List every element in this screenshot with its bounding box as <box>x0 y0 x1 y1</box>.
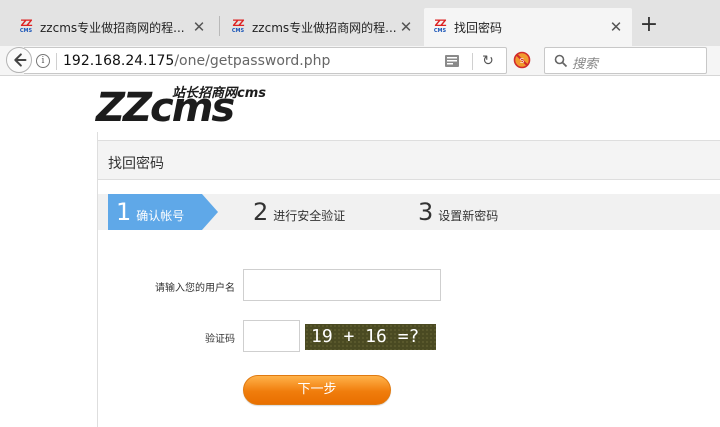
url-divider <box>472 53 473 70</box>
find-password-panel: 找回密码 1 确认帐号 2 进行安全验证 3 设置新密码 请输入您的用户名 验证… <box>97 132 720 427</box>
step-number: 2 <box>253 198 269 226</box>
close-icon[interactable]: ✕ <box>398 19 414 35</box>
info-icon[interactable]: i <box>36 54 50 68</box>
captcha-row: 验证码 19 + 16 =? <box>98 320 720 354</box>
captcha-image[interactable]: 19 + 16 =? <box>305 324 436 350</box>
url-bar[interactable]: i 192.168.24.175/one/getpassword.php ↻ <box>24 47 507 74</box>
step-indicator: 1 确认帐号 2 进行安全验证 3 设置新密码 <box>98 194 720 230</box>
zzcms-logo[interactable]: ZZcms 站长招商网cms <box>96 80 296 130</box>
svg-text:S: S <box>520 57 525 65</box>
url-host: 192.168.24.175 <box>63 53 175 69</box>
username-input[interactable] <box>243 269 441 301</box>
step-label: 设置新密码 <box>438 208 499 223</box>
tab-title: zzcms专业做招商网的程... <box>40 20 185 35</box>
url-text[interactable]: 192.168.24.175/one/getpassword.php <box>63 53 330 69</box>
username-label: 请输入您的用户名 <box>155 283 235 294</box>
username-row: 请输入您的用户名 <box>98 269 720 303</box>
captcha-text: 19 + 16 =? <box>311 326 420 347</box>
logo-slogan: 站长招商网cms <box>172 86 266 101</box>
tab-3-active[interactable]: ZZ CMS 找回密码 ✕ <box>424 8 632 46</box>
captcha-input[interactable] <box>243 320 300 352</box>
search-placeholder: 搜索 <box>572 57 599 72</box>
zzcms-favicon-icon: ZZ CMS <box>433 19 447 34</box>
tab-2[interactable]: ZZ CMS zzcms专业做招商网的程... ✕ <box>222 8 422 46</box>
zzcms-favicon-icon: ZZ CMS <box>19 19 33 34</box>
tab-divider <box>219 16 220 36</box>
url-divider <box>56 53 57 70</box>
step-number: 3 <box>418 198 434 226</box>
panel-header: 找回密码 <box>98 140 720 180</box>
tab-1[interactable]: ZZ CMS zzcms专业做招商网的程... ✕ <box>10 8 215 46</box>
step-1: 1 确认帐号 <box>108 194 218 230</box>
tab-title: 找回密码 <box>454 20 503 35</box>
step-label: 确认帐号 <box>136 208 185 223</box>
noscript-icon[interactable]: S <box>513 51 531 69</box>
zzcms-favicon-icon: ZZ CMS <box>231 19 245 34</box>
next-step-button[interactable]: 下一步 <box>243 375 391 405</box>
reader-view-icon[interactable] <box>444 54 460 68</box>
url-path: /one/getpassword.php <box>174 53 331 69</box>
plus-icon[interactable]: + <box>639 14 659 36</box>
captcha-label: 验证码 <box>205 334 235 345</box>
step-label: 进行安全验证 <box>273 208 346 223</box>
search-icon <box>554 54 568 68</box>
panel-title: 找回密码 <box>108 156 164 172</box>
close-icon[interactable]: ✕ <box>608 19 624 35</box>
tab-strip: ZZ CMS zzcms专业做招商网的程... ✕ ZZ CMS zzcms专业做招… <box>0 0 720 46</box>
web-page: ZZcms 站长招商网cms 找回密码 1 确认帐号 2 进行安全验证 3 设置… <box>0 77 720 427</box>
search-bar[interactable]: 搜索 <box>544 47 707 74</box>
step-2: 2 进行安全验证 <box>253 194 345 230</box>
navigation-bar: i 192.168.24.175/one/getpassword.php ↻ 搜… <box>0 46 720 76</box>
step-3: 3 设置新密码 <box>418 194 498 230</box>
step-number: 1 <box>116 198 132 226</box>
close-icon[interactable]: ✕ <box>191 19 207 35</box>
tab-title: zzcms专业做招商网的程... <box>252 20 397 35</box>
back-arrow-icon[interactable] <box>6 47 32 73</box>
reload-icon[interactable]: ↻ <box>479 52 497 70</box>
